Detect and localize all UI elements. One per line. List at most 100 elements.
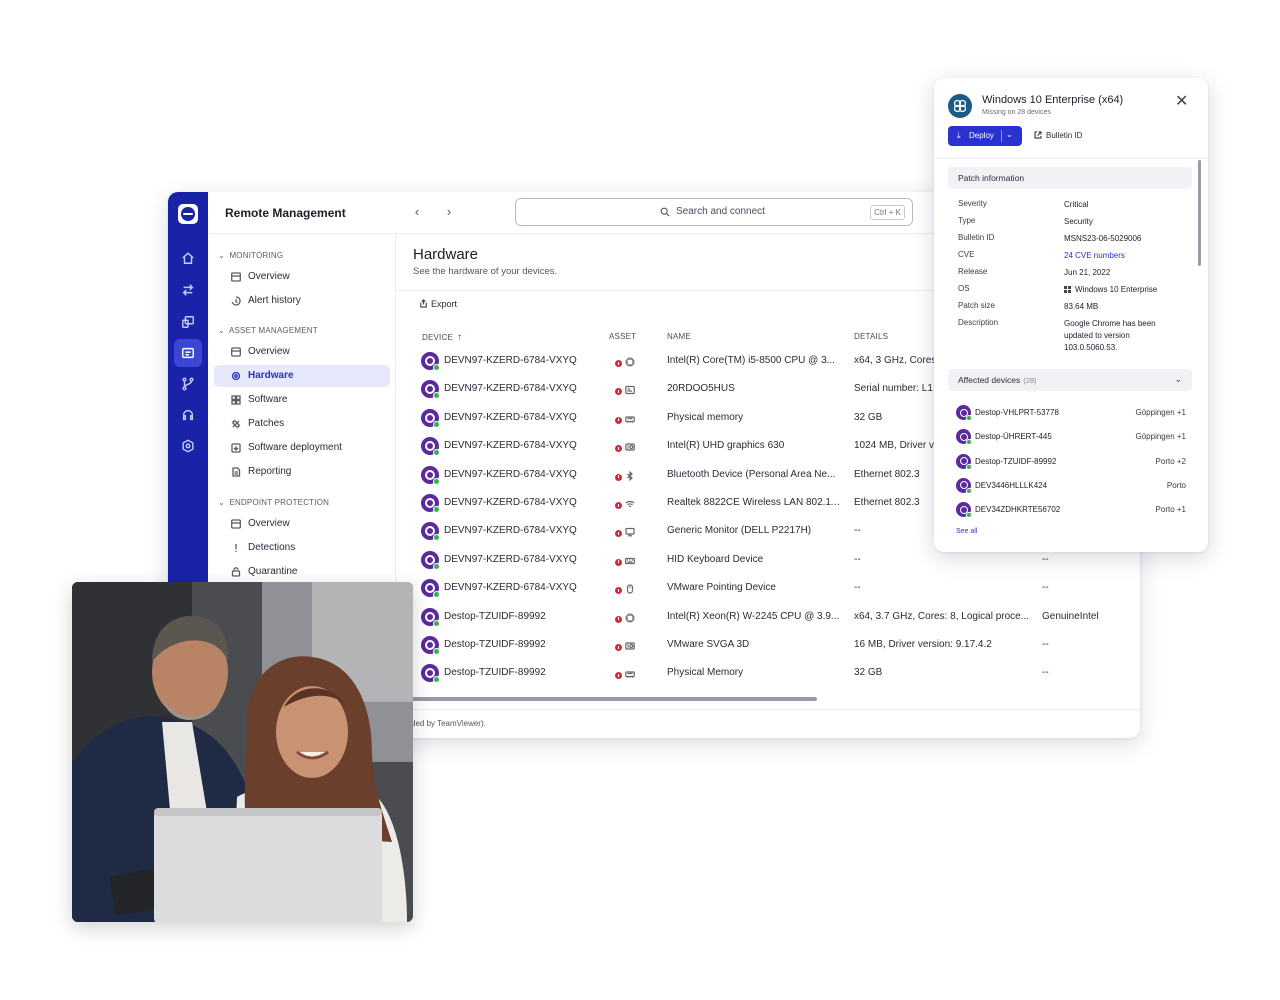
sidebar-item-patches[interactable]: Patches: [214, 413, 390, 435]
divider: [1001, 130, 1002, 142]
alert-icon: [615, 644, 622, 651]
device-name[interactable]: Destop-TZUIDF-89992: [444, 639, 604, 650]
device-avatar-icon: [421, 494, 440, 513]
affected-device-row[interactable]: DEV34ZDHKRTE56702 Porto +1: [956, 502, 1186, 520]
hardware-details: 16 MB, Driver version: 9.17.4.2: [854, 639, 992, 650]
sidebar-item-alert-history[interactable]: Alert history: [214, 290, 390, 312]
device-avatar-icon: [421, 579, 440, 599]
back-arrow-icon[interactable]: ‹: [409, 204, 425, 220]
device-name[interactable]: DEVN97-KZERD-6784-VXYQ: [444, 525, 604, 536]
sidebar-item-software-deployment[interactable]: Software deployment: [214, 437, 390, 459]
column-header-details[interactable]: DETAILS: [854, 332, 888, 341]
device-name[interactable]: DEVN97-KZERD-6784-VXYQ: [444, 554, 604, 565]
device-avatar-icon: [421, 437, 440, 457]
teamviewer-logo[interactable]: [178, 204, 198, 224]
affected-device-name: DEV3446HLLLK424: [975, 480, 1048, 490]
field-label: Bulletin ID: [958, 233, 995, 242]
headset-icon[interactable]: [174, 401, 202, 429]
device-name[interactable]: Destop-TZUIDF-89992: [444, 667, 604, 678]
field-label: OS: [958, 284, 970, 293]
device-name[interactable]: DEVN97-KZERD-6784-VXYQ: [444, 440, 604, 451]
cpu-icon: [625, 610, 635, 623]
field-label: Description: [958, 318, 999, 327]
affected-device-row[interactable]: Destop-VHLPRT-53778 Göppingen +1: [956, 405, 1186, 423]
search-shortcut-badge: Ctrl + K: [870, 205, 905, 220]
column-header-name[interactable]: NAME: [667, 332, 691, 341]
alert-icon: [615, 558, 622, 566]
patch-information-header[interactable]: Patch information: [948, 167, 1192, 189]
section-endpoint-protection[interactable]: ⌄ ENDPOINT PROTECTION: [218, 498, 329, 507]
field-label: CVE: [958, 250, 975, 259]
hardware-name: Physical memory: [667, 411, 744, 423]
sidebar-item-quarantine[interactable]: Quarantine: [214, 561, 390, 583]
device-avatar-icon: [421, 664, 440, 684]
affected-device-location: Göppingen +1: [1135, 432, 1187, 442]
device-name[interactable]: DEVN97-KZERD-6784-VXYQ: [444, 355, 604, 366]
table-row[interactable]: Destop-TZUIDF-89992 VMware SVGA 3D 16 MB, …: [397, 632, 1140, 660]
device-name[interactable]: DEVN97-KZERD-6784-VXYQ: [444, 497, 604, 508]
keyboard-icon: [625, 553, 636, 564]
table-row[interactable]: Destop-TZUIDF-89992 Physical Memory 32 GB -…: [397, 660, 1140, 688]
online-status-dot: [966, 487, 972, 494]
external-link-icon: [1034, 131, 1042, 139]
sidebar-item-hardware[interactable]: Hardware: [214, 365, 390, 387]
section-asset-management[interactable]: ⌄ ASSET MANAGEMENT: [218, 326, 318, 335]
transfer-icon[interactable]: [174, 276, 202, 304]
alert-icon: [615, 530, 622, 538]
search-placeholder: Search and connect: [676, 206, 765, 217]
search-input[interactable]: Search and connect Ctrl + K: [515, 198, 913, 226]
device-avatar-icon: [421, 607, 440, 627]
device-avatar-icon: [421, 352, 440, 371]
deploy-button[interactable]: ⤓ Deploy ⌄: [948, 126, 1022, 146]
online-status-dot: [433, 449, 440, 457]
online-status-dot: [433, 648, 440, 655]
chevron-down-icon[interactable]: ⌄: [1006, 130, 1013, 139]
device-name[interactable]: DEVN97-KZERD-6784-VXYQ: [444, 383, 604, 394]
device-name[interactable]: DEVN97-KZERD-6784-VXYQ: [444, 582, 604, 593]
forward-arrow-icon[interactable]: ›: [441, 204, 457, 220]
home-icon[interactable]: [174, 244, 202, 272]
affected-device-location: Porto +2: [1155, 456, 1186, 466]
device-name[interactable]: DEVN97-KZERD-6784-VXYQ: [444, 412, 604, 423]
see-all-link[interactable]: See all: [956, 528, 977, 535]
export-button[interactable]: Export: [419, 299, 457, 309]
page-subtitle: See the hardware of your devices.: [413, 266, 558, 277]
close-icon[interactable]: ✕: [1175, 94, 1188, 110]
affected-device-row[interactable]: DEV3446HLLLK424 Porto: [956, 477, 1186, 496]
hardware-icon[interactable]: [174, 339, 202, 367]
branch-icon[interactable]: [174, 370, 202, 398]
online-status-dot: [433, 591, 440, 599]
cve-numbers-link[interactable]: 24 CVE numbers: [1064, 250, 1182, 262]
alert-icon: [615, 445, 622, 453]
field-value: 83.64 MB: [1064, 302, 1099, 311]
sidebar-item-detections[interactable]: Detections: [214, 537, 390, 559]
sidebar-item-software[interactable]: Software: [214, 389, 390, 411]
alert-icon: [615, 672, 622, 680]
gpu-icon: [625, 439, 635, 451]
affected-device-row[interactable]: Destop-TZUIDF-89992 Porto +2: [956, 453, 1186, 472]
horizontal-scrollbar[interactable]: [397, 697, 817, 701]
table-row[interactable]: DEVN97-KZERD-6784-VXYQ VMware Pointing De…: [397, 575, 1140, 603]
table-row[interactable]: Destop-TZUIDF-89992 Intel(R) Xeon(R) W-22…: [397, 604, 1140, 632]
sidebar-item-endpoint-overview[interactable]: Overview: [214, 513, 390, 535]
device-name[interactable]: Destop-TZUIDF-89992: [444, 611, 604, 622]
section-monitoring[interactable]: ⌄ MONITORING: [218, 251, 283, 260]
vertical-scrollbar[interactable]: [1198, 160, 1201, 266]
sidebar-item-asset-overview[interactable]: Overview: [214, 341, 390, 363]
download-icon: ⤓: [957, 131, 961, 140]
column-header-device[interactable]: DEVICE ↑: [422, 332, 462, 343]
divider: [397, 709, 1140, 710]
column-header-asset[interactable]: ASSET: [609, 332, 636, 341]
sidebar-item-reporting[interactable]: Reporting: [214, 461, 390, 483]
sort-ascending-icon: ↑: [457, 332, 463, 343]
bulletin-id-link[interactable]: Bulletin ID: [1034, 131, 1082, 140]
online-status-dot: [433, 364, 440, 371]
affected-device-row[interactable]: Destop-ÜHRERT-445 Göppingen +1: [956, 429, 1186, 447]
device-name[interactable]: DEVN97-KZERD-6784-VXYQ: [444, 469, 604, 480]
online-status-dot: [433, 676, 440, 684]
shield-settings-icon[interactable]: [174, 432, 202, 460]
cpu-icon: [625, 354, 635, 367]
sidebar-item-monitoring-overview[interactable]: Overview: [214, 266, 390, 288]
devices-icon[interactable]: [174, 308, 202, 336]
affected-devices-header[interactable]: Affected devices (28) ⌄: [948, 369, 1192, 391]
